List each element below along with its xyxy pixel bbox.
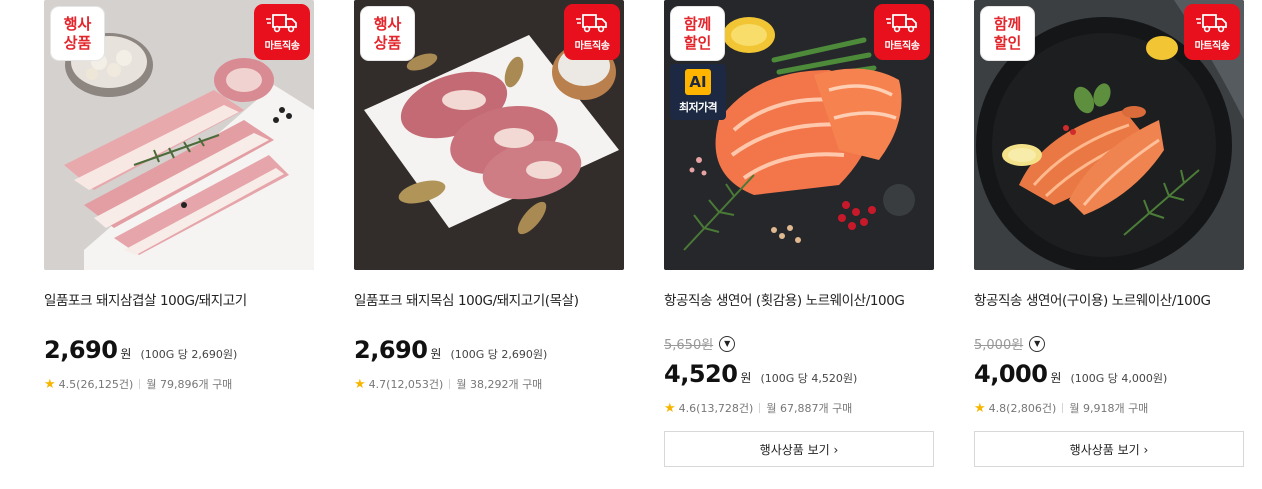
star-icon: ★: [354, 376, 366, 392]
product-card[interactable]: 함께 할인 마트직송 항공직송 생연어(구이용) 노르웨이산/100G 5,00…: [974, 0, 1244, 489]
product-image-salmon-grill[interactable]: 함께 할인 마트직송: [974, 0, 1244, 270]
monthly-purchases: 월 38,292개 구매: [456, 378, 543, 391]
rating-text: 4.8(2,806건): [988, 402, 1057, 415]
mart-shipping-badge: 마트직송: [874, 4, 930, 60]
original-price-row: 5,650원 ▼: [664, 334, 736, 353]
product-title[interactable]: 일품포크 돼지삼겹살 100G/돼지고기: [44, 289, 314, 309]
chevron-down-icon[interactable]: ▼: [1029, 335, 1046, 352]
product-title[interactable]: 일품포크 돼지목심 100G/돼지고기(목살): [354, 289, 624, 309]
truck-icon: [266, 14, 297, 33]
discount-together-badge: 함께 할인: [980, 6, 1035, 61]
chevron-down-icon[interactable]: ▼: [719, 335, 736, 352]
product-card[interactable]: 함께 할인 마트직송 AI 최저가격 항공직송 생연어 (횟감용) 노르웨이산/…: [664, 0, 934, 489]
unit-price: (100G 당 4,000원): [1070, 372, 1168, 385]
product-image-pork-belly[interactable]: 행사 상품 마트직송: [44, 0, 314, 270]
sale-price: 2,690: [354, 336, 428, 364]
star-icon: ★: [664, 400, 676, 416]
price-row: 2,690 원 (100G 당 2,690원): [354, 336, 547, 364]
divider: [449, 379, 451, 389]
ai-lowest-price-badge: AI 최저가격: [670, 64, 726, 120]
divider: [759, 403, 761, 413]
currency-label: 원: [1050, 371, 1062, 385]
review-summary: ★ 4.6(13,728건) 월 67,887개 구매: [664, 400, 852, 416]
monthly-purchases: 월 67,887개 구매: [766, 402, 853, 415]
currency-label: 원: [740, 371, 752, 385]
review-summary: ★ 4.5(26,125건) 월 79,896개 구매: [44, 376, 232, 392]
product-image-pork-neck[interactable]: 행사 상품 마트직송: [354, 0, 624, 270]
star-icon: ★: [974, 400, 986, 416]
monthly-purchases: 월 79,896개 구매: [146, 378, 233, 391]
mart-shipping-badge: 마트직송: [564, 4, 620, 60]
star-icon: ★: [44, 376, 56, 392]
rating-text: 4.5(26,125건): [58, 378, 134, 391]
price-row: 4,520 원 (100G 당 4,520원): [664, 360, 857, 388]
mart-shipping-badge: 마트직송: [1184, 4, 1240, 60]
sale-price: 2,690: [44, 336, 118, 364]
discount-together-badge: 함께 할인: [670, 6, 725, 61]
currency-label: 원: [120, 347, 132, 361]
product-title[interactable]: 항공직송 생연어 (횟감용) 노르웨이산/100G: [664, 289, 934, 309]
ai-icon: AI: [685, 69, 711, 95]
review-summary: ★ 4.8(2,806건) 월 9,918개 구매: [974, 400, 1148, 416]
sale-price: 4,520: [664, 360, 738, 388]
view-promo-products-button[interactable]: 행사상품 보기 ›: [974, 431, 1244, 467]
event-badge: 행사 상품: [50, 6, 105, 61]
original-price-row: 5,000원 ▼: [974, 334, 1046, 353]
monthly-purchases: 월 9,918개 구매: [1069, 402, 1149, 415]
view-promo-products-button[interactable]: 행사상품 보기 ›: [664, 431, 934, 467]
original-price: 5,650원: [664, 338, 714, 353]
truck-icon: [576, 14, 607, 33]
rating-text: 4.6(13,728건): [678, 402, 754, 415]
unit-price: (100G 당 4,520원): [760, 372, 858, 385]
unit-price: (100G 당 2,690원): [140, 348, 238, 361]
original-price: 5,000원: [974, 338, 1024, 353]
mart-shipping-badge: 마트직송: [254, 4, 310, 60]
event-badge: 행사 상품: [360, 6, 415, 61]
product-card[interactable]: 행사 상품 마트직송 일품포크 돼지목심 100G/돼지고기(목살) 2,690…: [354, 0, 624, 489]
product-title[interactable]: 항공직송 생연어(구이용) 노르웨이산/100G: [974, 289, 1244, 309]
sale-price: 4,000: [974, 360, 1048, 388]
truck-icon: [886, 14, 917, 33]
divider: [139, 379, 141, 389]
unit-price: (100G 당 2,690원): [450, 348, 548, 361]
divider: [1062, 403, 1064, 413]
truck-icon: [1196, 14, 1227, 33]
price-row: 4,000 원 (100G 당 4,000원): [974, 360, 1167, 388]
review-summary: ★ 4.7(12,053건) 월 38,292개 구매: [354, 376, 542, 392]
price-row: 2,690 원 (100G 당 2,690원): [44, 336, 237, 364]
product-card[interactable]: 행사 상품 마트직송 일품포크 돼지삼겹살 100G/돼지고기 2,690 원 …: [44, 0, 314, 489]
rating-text: 4.7(12,053건): [368, 378, 444, 391]
currency-label: 원: [430, 347, 442, 361]
product-image-salmon-sashimi[interactable]: 함께 할인 마트직송 AI 최저가격: [664, 0, 934, 270]
